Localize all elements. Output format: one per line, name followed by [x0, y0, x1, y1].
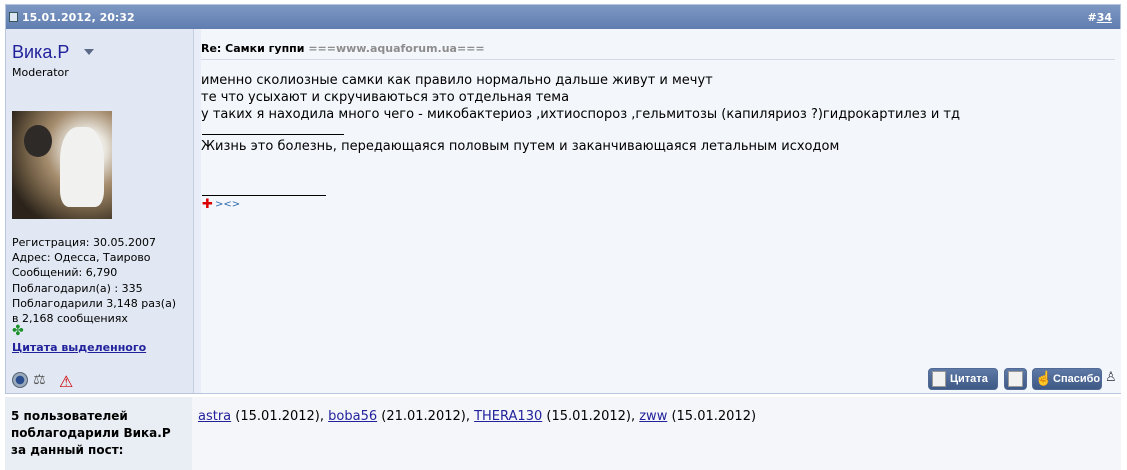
user-info-line: Регистрация: 30.05.2007 [12, 236, 156, 249]
signature-divider [202, 134, 344, 135]
thanks-users-list: astra (15.01.2012), boba56 (21.01.2012),… [192, 397, 1121, 470]
user-panel: Вика.Р Moderator Регистрация: 30.05.2007… [6, 29, 194, 393]
fish-icon: ><> [215, 199, 241, 210]
post-header: 15.01.2012, 20:32 #34 [6, 5, 1120, 29]
post-body-line: именно сколиозные самки как правило норм… [201, 73, 713, 88]
thumbs-up-icon: ☝ [1035, 370, 1053, 386]
forum-post: 15.01.2012, 20:32 #34 Вика.Р Moderator Р… [5, 4, 1121, 394]
report-warning-icon[interactable]: ⚠ [59, 372, 75, 391]
post-content: Re: Самки гуппи ===www.aquaforum.ua=== и… [201, 29, 1121, 393]
user-role: Moderator [12, 66, 69, 79]
post-title: Re: Самки гуппи ===www.aquaforum.ua=== [201, 42, 485, 55]
online-status-icon [12, 372, 28, 388]
post-body-line: те что усыхают и скручиваються это отдел… [201, 90, 570, 105]
post-title-site: ===www.aquaforum.ua=== [308, 42, 485, 55]
clover-icon: ✤ [12, 323, 24, 339]
quote-selected-link[interactable]: Цитата выделенного [12, 341, 146, 354]
thanks-date: (21.01.2012) [381, 409, 466, 424]
post-number-link[interactable]: 34 [1097, 11, 1112, 24]
multi-quote-icon [1008, 371, 1023, 387]
multi-quote-button[interactable] [1004, 368, 1027, 390]
post-body: именно сколиозные самки как правило норм… [201, 72, 960, 123]
username-link[interactable]: Вика.Р [12, 42, 69, 63]
thanks-date: (15.01.2012) [235, 409, 320, 424]
avatar [12, 111, 112, 219]
user-profile-icon[interactable]: ♙ [1105, 370, 1119, 388]
thanks-button[interactable]: ☝ Спасибо [1032, 368, 1102, 390]
user-info-line: Поблагодарил(а) : 335 [12, 281, 143, 295]
thanks-user-link[interactable]: THERA130 [474, 409, 542, 424]
thanks-user-link[interactable]: boba56 [328, 409, 377, 424]
user-info-line: Поблагодарили 3,148 раз(а) [12, 296, 177, 310]
user-info-line: Сообщений: 6,790 [12, 266, 118, 280]
post-body-line: у таких я находила много чего - микобакт… [201, 107, 960, 122]
quote-icon [932, 371, 946, 387]
red-cross-icon: ✚ [202, 197, 213, 212]
user-info-line: Адрес: Одесса, Таирово [12, 251, 151, 265]
title-divider [201, 59, 1115, 60]
thanks-label: 5 пользователей поблагодарили Вика.Р за … [5, 397, 192, 470]
post-number: #34 [1087, 11, 1112, 24]
thanks-user-link[interactable]: zww [639, 409, 667, 424]
post-date: 15.01.2012, 20:32 [22, 11, 135, 24]
signature: Жизнь это болезнь, передающаяся половым … [201, 139, 840, 154]
quote-button[interactable]: Цитата [928, 368, 998, 390]
thanks-date: (15.01.2012) [546, 409, 631, 424]
post-status-icon [9, 12, 18, 22]
thanks-date: (15.01.2012) [671, 409, 757, 424]
thanks-section: 5 пользователей поблагодарили Вика.Р за … [0, 397, 1127, 470]
user-info: Регистрация: 30.05.2007 Адрес: Одесса, Т… [12, 235, 176, 326]
reputation-icon[interactable]: ⚖ [33, 372, 49, 388]
thanks-user-link[interactable]: astra [198, 409, 231, 424]
avatar-person [24, 125, 52, 157]
user-menu-arrow-icon[interactable] [84, 49, 94, 55]
avatar-horse [60, 127, 104, 207]
signature-divider-2 [202, 195, 326, 196]
user-info-line: в 2,168 сообщениях [12, 312, 128, 326]
